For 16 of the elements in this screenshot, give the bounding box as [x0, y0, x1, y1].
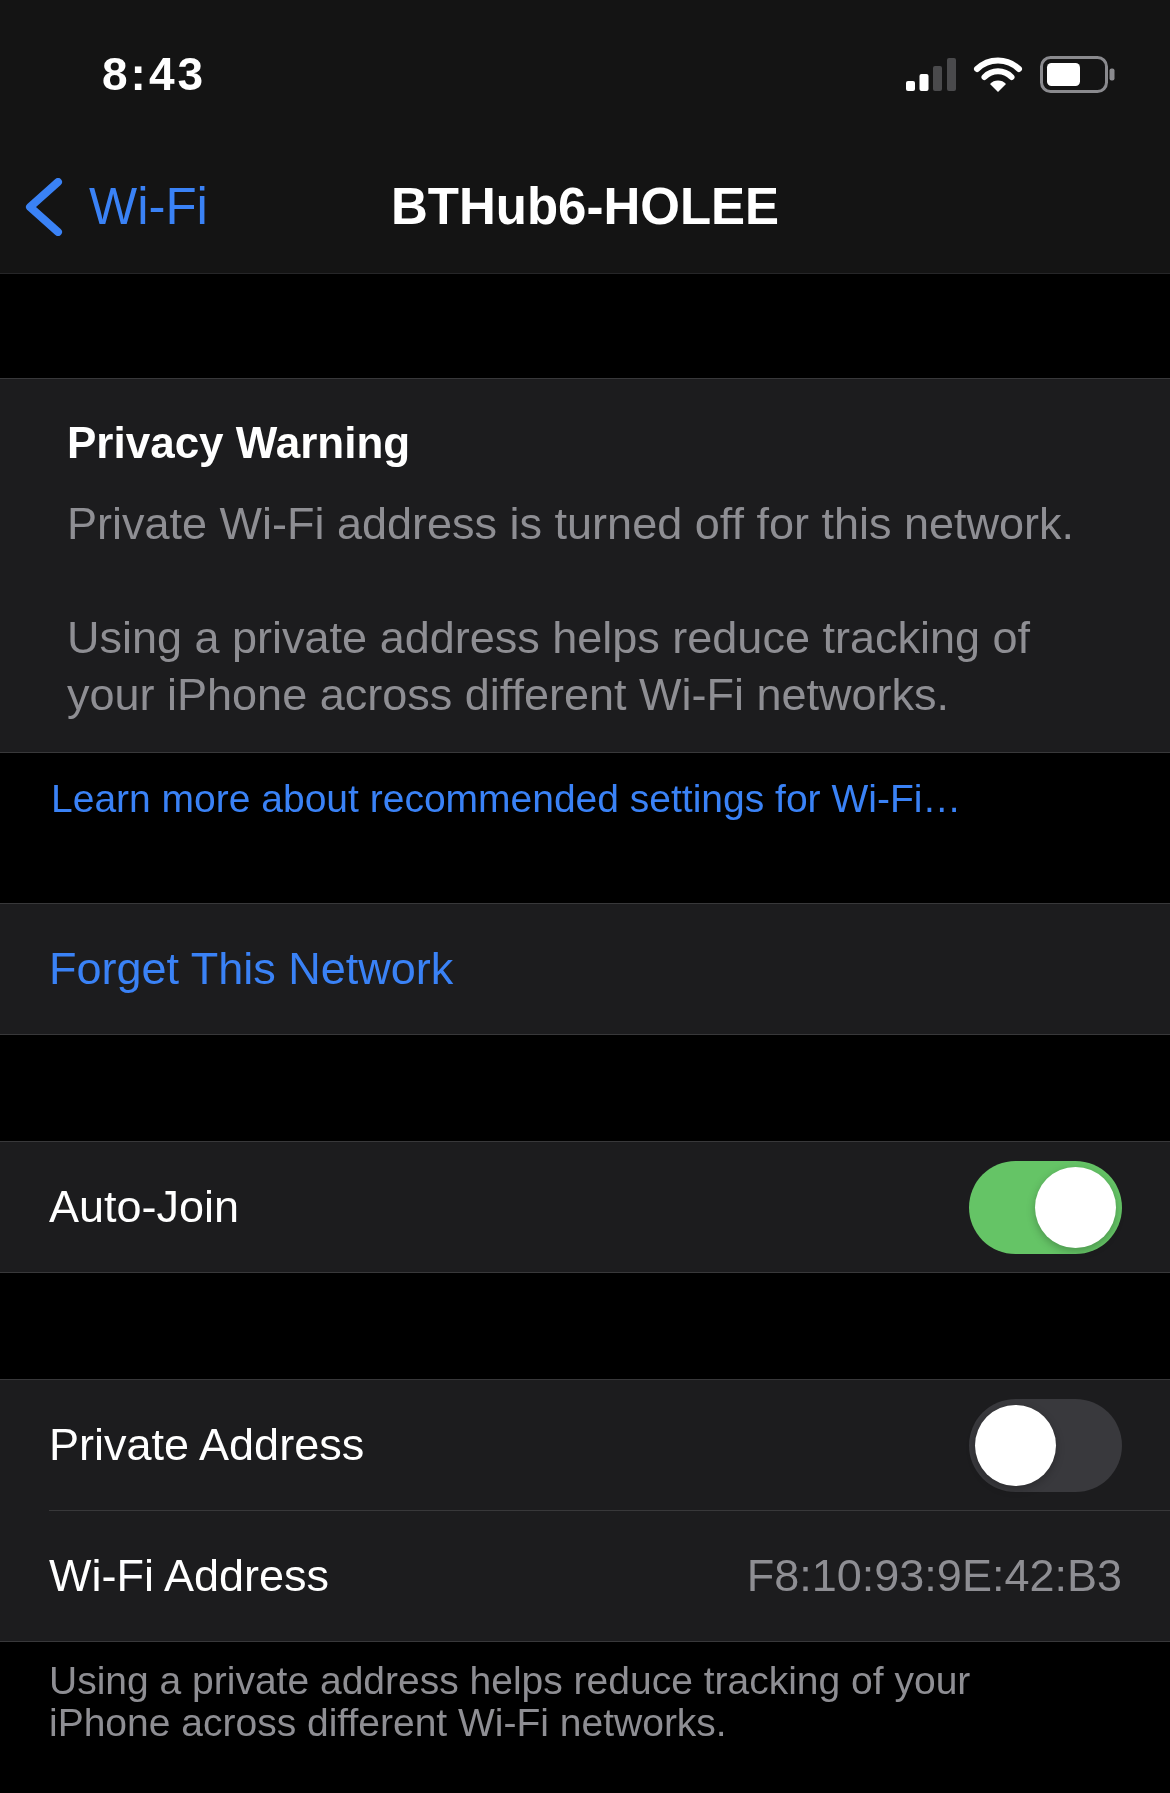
- learn-more-link[interactable]: Learn more about recommended settings for Wi-Fi…: [51, 776, 962, 822]
- signal-icon: [906, 57, 956, 91]
- status-time: 8:43: [102, 51, 207, 97]
- warning-text: Private Wi-Fi address is turned off for this network.: [67, 497, 1076, 551]
- back-button[interactable]: Wi-Fi: [0, 175, 208, 238]
- row-label: Private Address: [49, 1418, 365, 1472]
- row-label: Auto-Join: [49, 1180, 240, 1234]
- back-chevron-icon: [25, 177, 63, 236]
- row-label: Wi-Fi Address: [49, 1549, 330, 1603]
- wifi-icon: [973, 55, 1023, 93]
- battery-icon: [1040, 55, 1115, 93]
- row-value: F8:10:93:9E:42:B3: [746, 1549, 1122, 1603]
- footer-note: Using a private address helps reduce tracking of your iPhone across different Wi-Fi networks.: [49, 1660, 972, 1744]
- warning-title: Privacy Warning: [67, 417, 412, 469]
- nav-title: BTHub6-HOLEE: [390, 176, 780, 237]
- warning-text: Using a private address helps reduce tracking of your iPhone across different Wi-Fi networks.: [67, 611, 1032, 722]
